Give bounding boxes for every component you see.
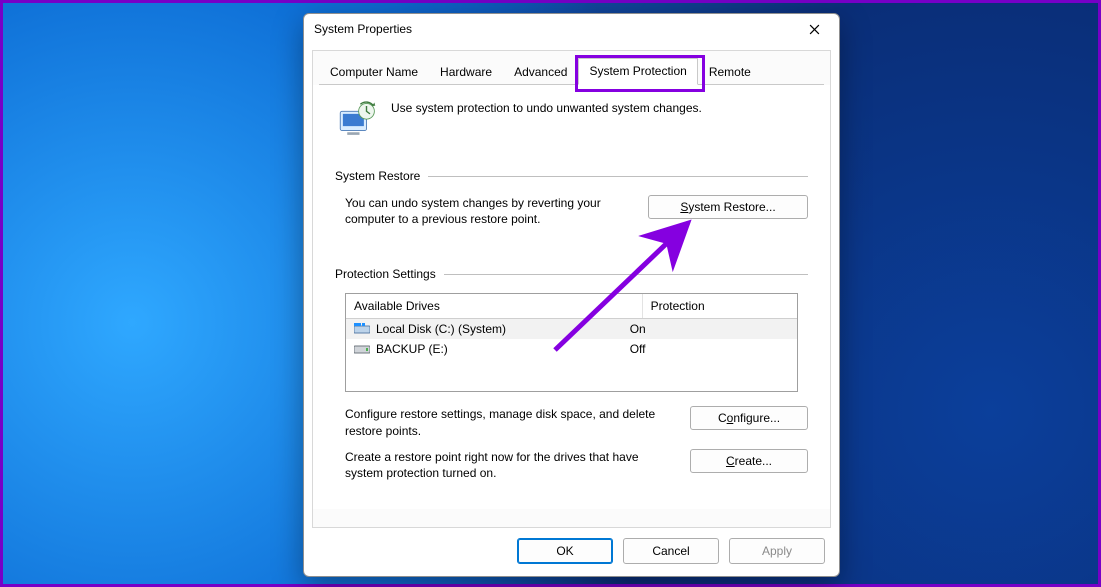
drives-listview[interactable]: Available Drives Protection Local Disk (… bbox=[345, 293, 798, 392]
drives-header: Available Drives Protection bbox=[346, 294, 797, 319]
drive-protection: On bbox=[630, 322, 789, 336]
tab-system-protection[interactable]: System Protection bbox=[578, 58, 697, 85]
restore-desc: You can undo system changes by reverting… bbox=[345, 195, 634, 227]
drive-icon bbox=[354, 323, 370, 335]
drive-protection: Off bbox=[630, 342, 789, 356]
group-system-restore: System Restore You can undo system chang… bbox=[335, 169, 808, 227]
intro-text: Use system protection to undo unwanted s… bbox=[391, 99, 702, 115]
tab-hardware[interactable]: Hardware bbox=[429, 59, 503, 85]
window-title: System Properties bbox=[314, 22, 412, 36]
system-protection-icon bbox=[335, 99, 377, 141]
system-restore-button[interactable]: System Restore... bbox=[648, 195, 808, 219]
close-button[interactable] bbox=[797, 17, 831, 41]
group-rule bbox=[444, 274, 808, 275]
drive-row[interactable]: BACKUP (E:) Off bbox=[346, 339, 797, 359]
intro-row: Use system protection to undo unwanted s… bbox=[335, 99, 808, 141]
close-icon bbox=[809, 24, 820, 35]
tabstrip: Computer Name Hardware Advanced System P… bbox=[313, 51, 830, 84]
cancel-button[interactable]: Cancel bbox=[623, 538, 719, 564]
group-title-restore: System Restore bbox=[335, 169, 420, 183]
titlebar[interactable]: System Properties bbox=[304, 14, 839, 44]
create-desc: Create a restore point right now for the… bbox=[345, 449, 676, 481]
group-title-settings: Protection Settings bbox=[335, 267, 436, 281]
client-area: Computer Name Hardware Advanced System P… bbox=[312, 50, 831, 528]
ok-button[interactable]: OK bbox=[517, 538, 613, 564]
group-rule bbox=[428, 176, 808, 177]
drive-name: Local Disk (C:) (System) bbox=[376, 322, 624, 336]
group-protection-settings: Protection Settings Available Drives Pro… bbox=[335, 267, 808, 481]
drives-body: Local Disk (C:) (System) On BACKUP (E:) Off bbox=[346, 319, 797, 391]
drive-row[interactable]: Local Disk (C:) (System) On bbox=[346, 319, 797, 339]
tab-remote[interactable]: Remote bbox=[698, 59, 762, 85]
dialog-buttons: OK Cancel Apply bbox=[517, 538, 825, 564]
col-available-drives[interactable]: Available Drives bbox=[346, 294, 643, 318]
tab-computer-name[interactable]: Computer Name bbox=[319, 59, 429, 85]
drive-icon bbox=[354, 343, 370, 355]
tab-advanced[interactable]: Advanced bbox=[503, 59, 578, 85]
drive-name: BACKUP (E:) bbox=[376, 342, 624, 356]
configure-desc: Configure restore settings, manage disk … bbox=[345, 406, 676, 438]
tab-pane: Use system protection to undo unwanted s… bbox=[313, 85, 830, 509]
configure-button[interactable]: Configure... bbox=[690, 406, 808, 430]
system-properties-dialog: System Properties Computer Name Hardware… bbox=[303, 13, 840, 577]
create-button[interactable]: Create... bbox=[690, 449, 808, 473]
apply-button[interactable]: Apply bbox=[729, 538, 825, 564]
col-protection[interactable]: Protection bbox=[643, 294, 797, 318]
